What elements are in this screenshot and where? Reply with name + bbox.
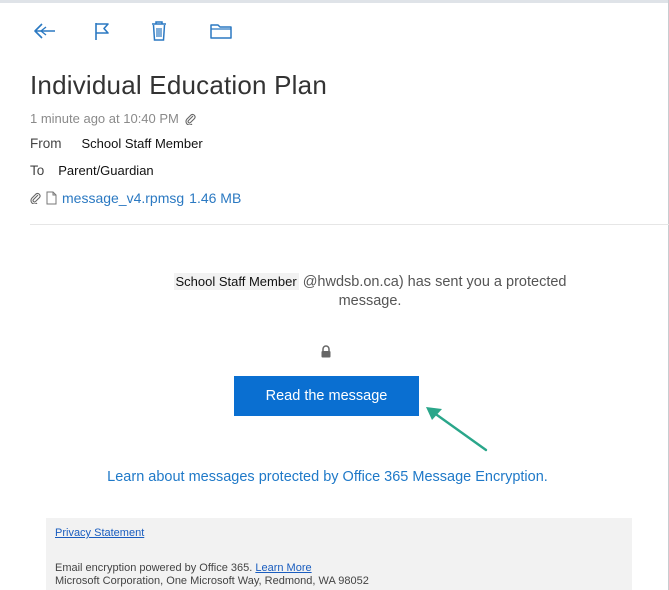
protected-message-notice: School Staff Member @hwdsb.on.ca) has se… — [150, 272, 590, 311]
message-toolbar — [0, 8, 669, 52]
attachment-name[interactable]: message_v4.rpmsg — [62, 190, 184, 206]
attachment[interactable]: message_v4.rpmsg 1.46 MB — [30, 190, 241, 206]
delete-button[interactable] — [144, 16, 174, 46]
learn-more-link[interactable]: Learn More — [255, 562, 311, 574]
timestamp-text: 1 minute ago at 10:40 PM — [30, 111, 179, 126]
learn-encryption-link[interactable]: Learn about messages protected by Office… — [0, 469, 655, 485]
sender-name: School Staff Member — [173, 273, 299, 290]
email-subject: Individual Education Plan — [30, 70, 327, 100]
reply-button[interactable] — [30, 16, 60, 46]
flag-icon — [95, 23, 109, 40]
from-row: From School Staff Member — [30, 136, 203, 151]
file-icon — [46, 191, 57, 205]
header-divider — [30, 224, 669, 225]
move-button[interactable] — [206, 16, 236, 46]
flag-button[interactable] — [87, 16, 117, 46]
read-message-button[interactable]: Read the message — [234, 376, 419, 416]
privacy-statement-link[interactable]: Privacy Statement — [55, 527, 144, 539]
attachment-size[interactable]: 1.46 MB — [189, 190, 241, 206]
from-label: From — [30, 136, 62, 151]
email-footer: Privacy Statement Email encryption power… — [46, 518, 632, 590]
email-timestamp: 1 minute ago at 10:40 PM — [30, 111, 196, 126]
sent-text-line1: @hwdsb.on.ca) has sent you a protected — [302, 274, 567, 290]
folder-icon — [210, 24, 232, 39]
powered-by-text: Email encryption powered by Office 365. — [55, 562, 253, 574]
to-row: To Parent/Guardian — [30, 163, 154, 178]
company-address: Microsoft Corporation, One Microsoft Way… — [55, 575, 369, 587]
trash-icon — [152, 21, 166, 41]
from-name[interactable]: School Staff Member — [81, 136, 203, 151]
window-top-border — [0, 0, 669, 3]
reply-icon — [34, 23, 55, 39]
sent-text-line2: message. — [338, 293, 402, 309]
paperclip-icon — [185, 113, 196, 125]
paperclip-icon — [30, 192, 41, 204]
encryption-powered-text: Email encryption powered by Office 365. … — [55, 562, 312, 574]
to-label: To — [30, 163, 45, 178]
to-name[interactable]: Parent/Guardian — [58, 163, 154, 178]
pointer-arrow-icon — [426, 407, 488, 452]
lock-icon — [320, 345, 332, 363]
